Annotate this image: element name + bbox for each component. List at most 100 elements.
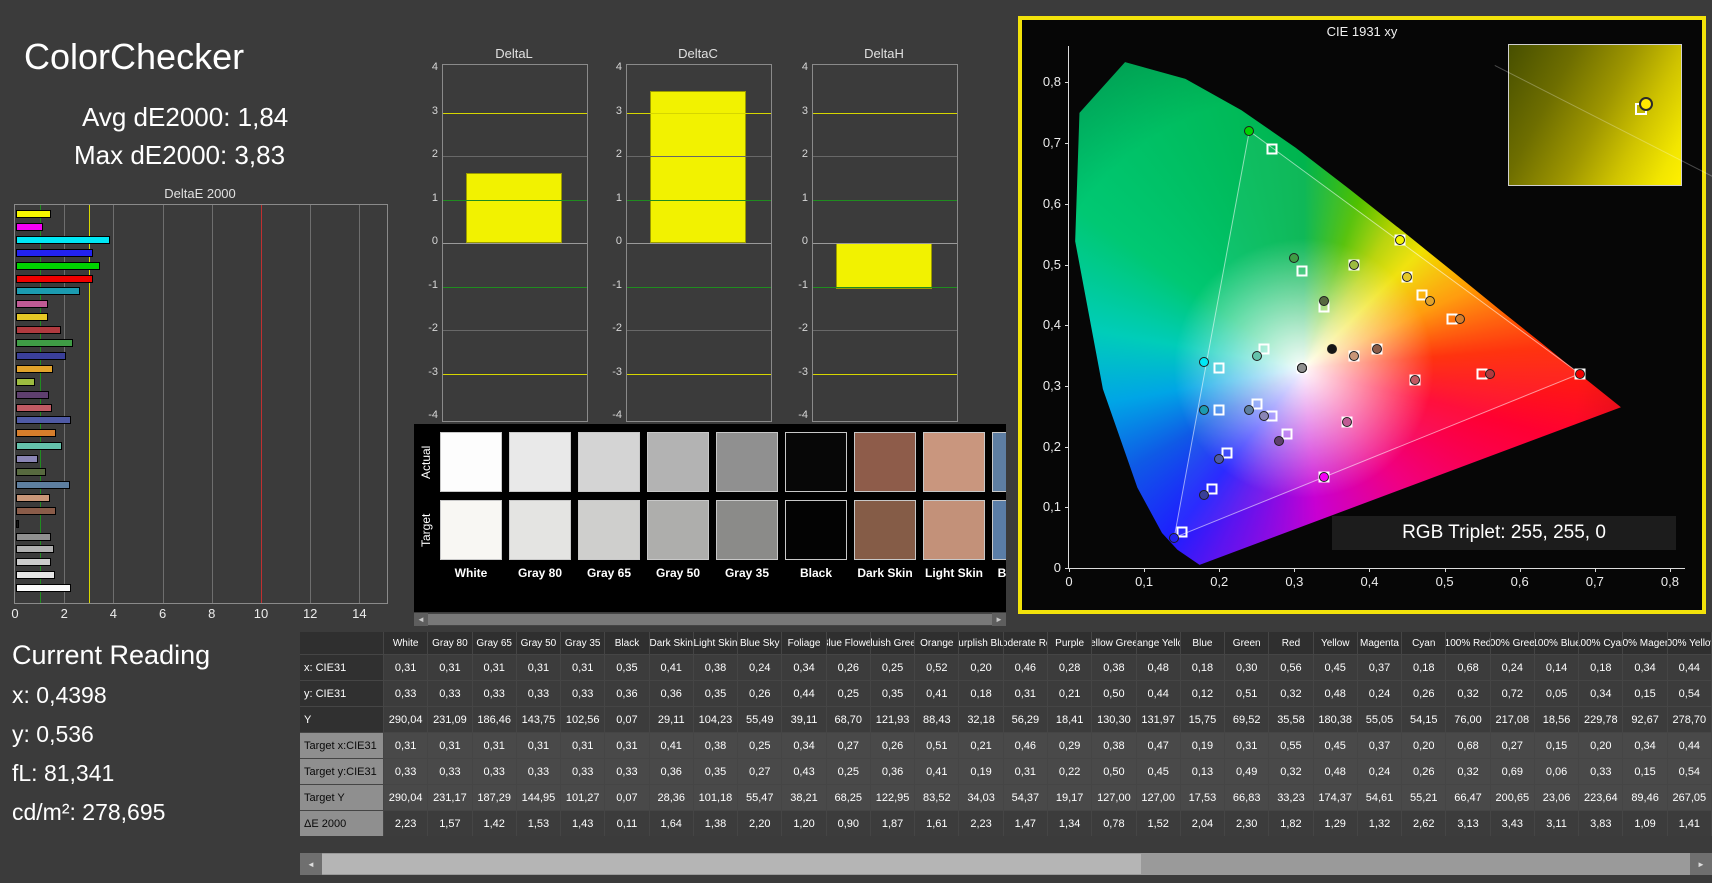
patch-swatch-target[interactable] xyxy=(854,500,916,560)
table-cell: 0,34 xyxy=(1623,732,1668,758)
patch-swatch-actual[interactable] xyxy=(923,432,985,492)
patch-swatch-actual[interactable] xyxy=(854,432,916,492)
axis-tick-label: 12 xyxy=(302,606,318,621)
table-cell: 38,21 xyxy=(782,784,827,810)
table-header-cell: Cyan xyxy=(1402,632,1447,654)
x-axis-tick xyxy=(1144,568,1146,572)
patch-swatch-actual[interactable] xyxy=(440,432,502,492)
scroll-left-button[interactable]: ◄ xyxy=(300,853,322,875)
table-cell: 0,24 xyxy=(1357,680,1403,706)
table-cell: 0,38 xyxy=(1092,732,1137,758)
table-cell: 0,31 xyxy=(561,654,606,680)
table-cell: 290,04 xyxy=(384,706,429,732)
table-cell: 0,47 xyxy=(1136,732,1181,758)
deltae-bar xyxy=(16,390,49,399)
table-cell: 1,43 xyxy=(561,810,606,836)
table-header-cell: Purple xyxy=(1047,632,1093,654)
x-axis-tick xyxy=(1369,568,1371,572)
deltae-bar xyxy=(16,416,71,425)
table-row-label: y: CIE31 xyxy=(300,680,384,706)
table-cell: 267,05 xyxy=(1667,784,1712,810)
x-axis-tick xyxy=(1444,568,1446,572)
table-cell: 1,34 xyxy=(1047,810,1093,836)
y-axis-label: -1 xyxy=(428,278,438,291)
deltae-bar xyxy=(16,364,54,373)
patch-swatch-actual[interactable] xyxy=(785,432,847,492)
patch-swatch-target[interactable] xyxy=(647,500,709,560)
table-cell: 0,33 xyxy=(516,758,562,784)
table-row-label: Target x:CIE31 xyxy=(300,732,384,758)
cie-measured-circle xyxy=(1319,471,1330,482)
current-reading-title: Current Reading xyxy=(12,640,211,670)
table-cell: 0,27 xyxy=(1490,732,1535,758)
table-cell: 0,37 xyxy=(1357,732,1403,758)
patch-swatch-actual[interactable] xyxy=(647,432,709,492)
delta-chart-title: DeltaH xyxy=(864,46,904,61)
patch-swatch-actual[interactable] xyxy=(716,432,778,492)
y-axis-label: -2 xyxy=(428,322,438,334)
table-cell: 0,33 xyxy=(605,758,650,784)
table-header-cell: Yellow xyxy=(1313,632,1358,654)
y-axis-label: 3 xyxy=(615,104,622,117)
table-cell: 0,45 xyxy=(1313,732,1358,758)
table-header-cell: 100% Magenta xyxy=(1623,632,1668,654)
table-cell: 0,54 xyxy=(1667,758,1712,784)
table-cell: 68,25 xyxy=(826,784,871,810)
y-axis-label: -2 xyxy=(798,322,808,334)
table-cell: 56,29 xyxy=(1003,706,1048,732)
y-axis-label: 3 xyxy=(801,104,808,117)
patch-swatch-actual[interactable] xyxy=(509,432,571,492)
table-cell: 0,31 xyxy=(605,732,650,758)
table-cell: 0,36 xyxy=(649,758,694,784)
target-row-label: Target xyxy=(419,513,433,547)
y-axis-label: 1 xyxy=(615,191,622,204)
scroll-thumb[interactable] xyxy=(322,854,1141,874)
deltae-bar xyxy=(16,468,46,476)
table-cell: 0,45 xyxy=(1136,758,1181,784)
table-header-cell: Yellow Green xyxy=(1092,632,1137,654)
x-axis-tick-label: 0,7 xyxy=(1585,574,1604,589)
patch-strip-scrollbar[interactable]: ◄ ► xyxy=(414,613,1006,626)
patch-swatch-target[interactable] xyxy=(578,500,640,560)
grid-line xyxy=(627,286,771,288)
table-cell: 127,00 xyxy=(1136,784,1181,810)
patch-swatch-target[interactable] xyxy=(509,500,571,560)
scroll-left-button[interactable]: ◄ xyxy=(414,613,428,626)
patch-swatch-target[interactable] xyxy=(440,500,502,560)
patch-swatch-target[interactable] xyxy=(923,500,985,560)
patch-swatch-target[interactable] xyxy=(785,500,847,560)
patch-swatch-actual[interactable] xyxy=(578,432,640,492)
scroll-thumb[interactable] xyxy=(428,614,992,625)
scroll-right-button[interactable]: ► xyxy=(992,613,1006,626)
avg-de2000-label: Avg dE2000: 1,84 xyxy=(82,102,289,132)
patch-swatch-target[interactable] xyxy=(992,500,1006,560)
table-header-cell: Black xyxy=(605,632,650,654)
table-cell: 0,07 xyxy=(605,784,650,810)
table-cell: 0,49 xyxy=(1225,758,1270,784)
deltae-bar xyxy=(16,261,101,270)
deltae-bar xyxy=(16,351,67,360)
table-cell: 0,41 xyxy=(915,758,960,784)
patch-swatch-actual[interactable] xyxy=(992,432,1006,492)
table-cell: 0,31 xyxy=(384,732,429,758)
cie-measured-circle xyxy=(1319,295,1330,306)
max-de2000-label: Max dE2000: 3,83 xyxy=(74,140,286,170)
rgb-triplet-label: RGB Triplet: 255, 255, 0 xyxy=(1332,516,1676,550)
table-cell: 231,09 xyxy=(428,706,473,732)
scroll-right-button[interactable]: ► xyxy=(1690,853,1712,875)
table-cell: 1,20 xyxy=(782,810,827,836)
table-corner xyxy=(300,632,384,654)
patch-label: Gray 50 xyxy=(655,566,701,580)
x-axis-tick xyxy=(1519,568,1521,572)
table-cell: 0,19 xyxy=(959,758,1004,784)
x-axis-tick-label: 0,5 xyxy=(1435,574,1454,589)
table-cell: 0,11 xyxy=(605,810,650,836)
table-header-cell: Blue Sky xyxy=(738,632,783,654)
cie-measured-circle xyxy=(1251,350,1262,361)
grid-line xyxy=(443,156,587,157)
table-header-cell: Gray 35 xyxy=(561,632,606,654)
table-cell: 0,19 xyxy=(1180,732,1226,758)
table-cell: 0,37 xyxy=(1357,654,1403,680)
patch-swatch-target[interactable] xyxy=(716,500,778,560)
table-scrollbar[interactable]: ◄ ► xyxy=(300,853,1712,875)
